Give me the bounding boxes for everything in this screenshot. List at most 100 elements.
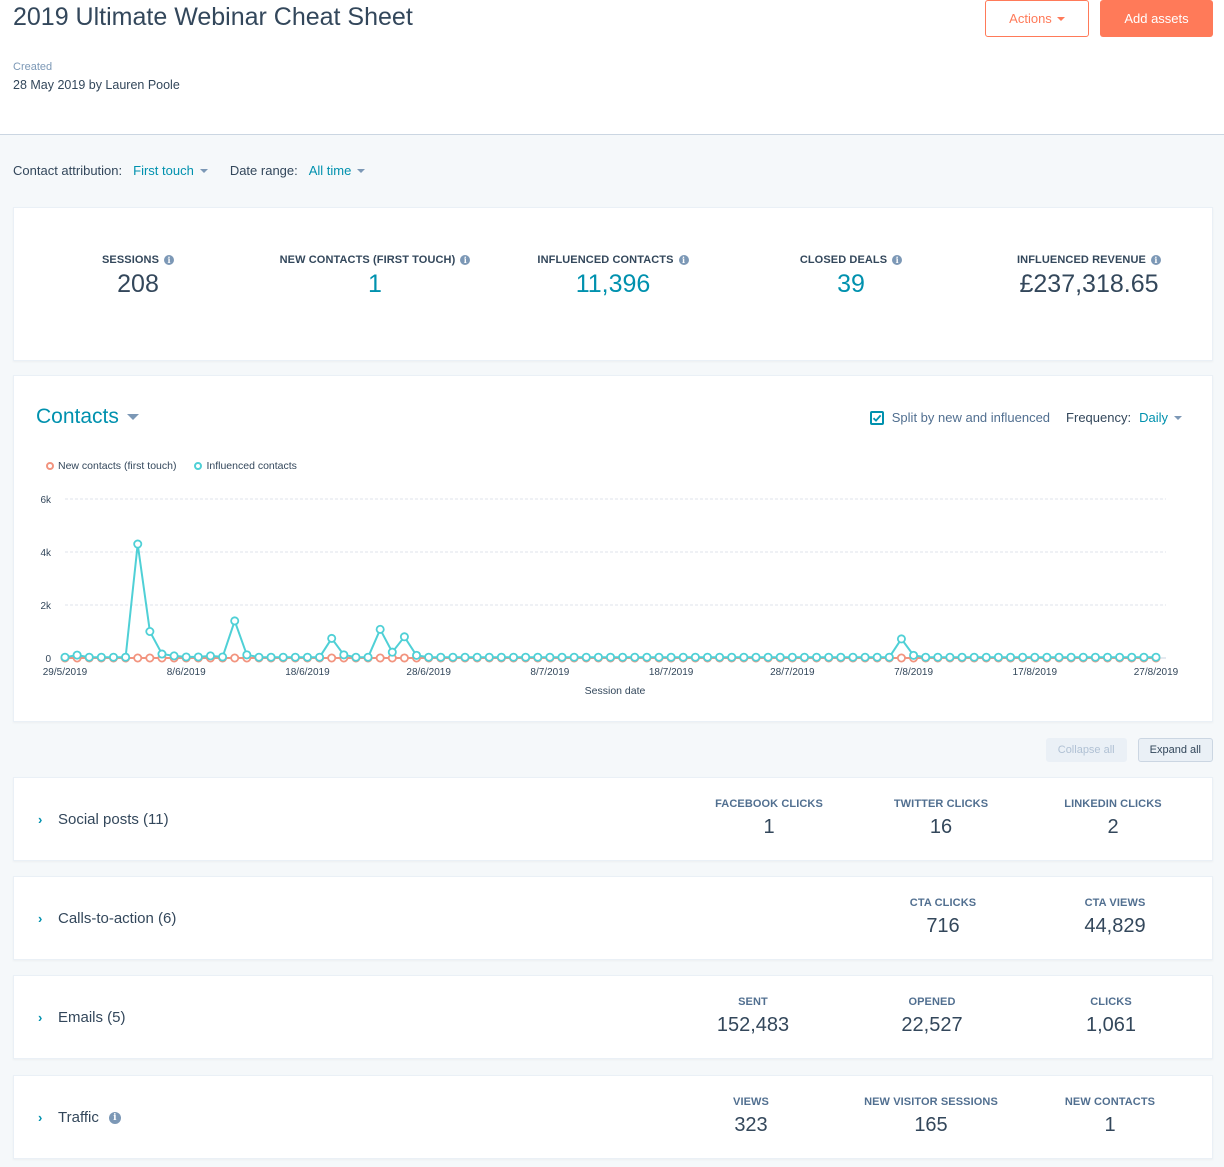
date-range-dropdown[interactable]: All time xyxy=(309,163,352,178)
data-point[interactable] xyxy=(969,652,979,662)
section-toggle[interactable]: › Emails (5) xyxy=(38,1009,126,1026)
data-point[interactable] xyxy=(763,652,773,662)
data-point[interactable] xyxy=(848,652,858,662)
data-point[interactable] xyxy=(327,653,337,663)
data-point[interactable] xyxy=(242,650,252,660)
data-point[interactable] xyxy=(375,653,385,663)
data-point[interactable] xyxy=(133,653,143,663)
data-point[interactable] xyxy=(630,652,640,662)
info-icon[interactable]: i xyxy=(108,1111,121,1124)
data-point[interactable] xyxy=(205,651,215,661)
data-point[interactable] xyxy=(266,652,276,662)
data-point[interactable] xyxy=(824,652,834,662)
data-point[interactable] xyxy=(1127,652,1137,662)
data-point[interactable] xyxy=(339,650,349,660)
chart-metric-dropdown[interactable]: Contacts xyxy=(36,405,139,429)
data-point[interactable] xyxy=(399,653,409,663)
data-point[interactable] xyxy=(315,652,325,662)
data-point[interactable] xyxy=(121,652,131,662)
data-point[interactable] xyxy=(812,652,822,662)
add-assets-button[interactable]: Add assets xyxy=(1100,0,1213,37)
data-point[interactable] xyxy=(739,652,749,662)
data-point[interactable] xyxy=(618,652,628,662)
data-point[interactable] xyxy=(157,649,167,659)
data-point[interactable] xyxy=(896,653,906,663)
data-point[interactable] xyxy=(581,652,591,662)
data-point[interactable] xyxy=(1042,652,1052,662)
data-point[interactable] xyxy=(96,652,106,662)
data-point[interactable] xyxy=(84,652,94,662)
data-point[interactable] xyxy=(436,652,446,662)
data-point[interactable] xyxy=(145,626,155,636)
data-point[interactable] xyxy=(666,652,676,662)
data-point[interactable] xyxy=(302,652,312,662)
data-point[interactable] xyxy=(181,652,191,662)
data-point[interactable] xyxy=(933,652,943,662)
split-checkbox[interactable] xyxy=(869,410,884,425)
kpi-value[interactable]: 39 xyxy=(731,270,971,299)
data-point[interactable] xyxy=(606,652,616,662)
data-point[interactable] xyxy=(351,652,361,662)
data-point[interactable] xyxy=(60,652,70,662)
data-point[interactable] xyxy=(460,652,470,662)
data-point[interactable] xyxy=(690,652,700,662)
section-toggle[interactable]: › Social posts (11) xyxy=(38,811,169,828)
data-point[interactable] xyxy=(387,647,397,657)
data-point[interactable] xyxy=(399,632,409,642)
data-point[interactable] xyxy=(327,633,337,643)
data-point[interactable] xyxy=(484,652,494,662)
data-point[interactable] xyxy=(412,650,422,660)
info-icon[interactable]: i xyxy=(1150,255,1161,265)
split-label[interactable]: Split by new and influenced xyxy=(892,410,1050,425)
legend-item-influenced-contacts[interactable]: Influenced contacts xyxy=(194,460,297,472)
data-point[interactable] xyxy=(1078,652,1088,662)
data-point[interactable] xyxy=(230,653,240,663)
data-point[interactable] xyxy=(751,652,761,662)
caret-down-icon[interactable] xyxy=(357,168,366,173)
data-point[interactable] xyxy=(278,652,288,662)
data-point[interactable] xyxy=(254,652,264,662)
expand-all-button[interactable]: Expand all xyxy=(1137,738,1213,762)
data-point[interactable] xyxy=(424,652,434,662)
data-point[interactable] xyxy=(896,634,906,644)
data-point[interactable] xyxy=(775,652,785,662)
data-point[interactable] xyxy=(557,652,567,662)
info-icon[interactable]: i xyxy=(164,255,175,265)
data-point[interactable] xyxy=(1151,652,1161,662)
data-point[interactable] xyxy=(290,652,300,662)
info-icon[interactable]: i xyxy=(678,255,689,265)
data-point[interactable] xyxy=(133,539,143,549)
data-point[interactable] xyxy=(509,652,519,662)
data-point[interactable] xyxy=(715,652,725,662)
caret-down-icon[interactable] xyxy=(1174,415,1182,420)
data-point[interactable] xyxy=(945,652,955,662)
data-point[interactable] xyxy=(375,624,385,634)
data-point[interactable] xyxy=(72,650,82,660)
data-point[interactable] xyxy=(230,616,240,626)
data-point[interactable] xyxy=(1139,652,1149,662)
data-point[interactable] xyxy=(642,652,652,662)
data-point[interactable] xyxy=(169,651,179,661)
data-point[interactable] xyxy=(569,652,579,662)
collapse-all-button[interactable]: Collapse all xyxy=(1045,738,1127,762)
data-point[interactable] xyxy=(860,652,870,662)
data-point[interactable] xyxy=(108,652,118,662)
data-point[interactable] xyxy=(545,652,555,662)
kpi-value[interactable]: 11,396 xyxy=(493,270,733,299)
info-icon[interactable]: i xyxy=(460,255,471,265)
attribution-dropdown[interactable]: First touch xyxy=(133,163,194,178)
actions-button[interactable]: Actions xyxy=(985,0,1089,37)
data-point[interactable] xyxy=(472,652,482,662)
kpi-value[interactable]: 1 xyxy=(255,270,495,299)
data-point[interactable] xyxy=(448,652,458,662)
data-point[interactable] xyxy=(884,652,894,662)
section-toggle[interactable]: › Traffic i xyxy=(38,1109,121,1126)
data-point[interactable] xyxy=(1006,652,1016,662)
data-point[interactable] xyxy=(799,652,809,662)
data-point[interactable] xyxy=(145,653,155,663)
data-point[interactable] xyxy=(909,650,919,660)
data-point[interactable] xyxy=(1090,652,1100,662)
data-point[interactable] xyxy=(702,652,712,662)
data-point[interactable] xyxy=(678,652,688,662)
data-point[interactable] xyxy=(981,652,991,662)
